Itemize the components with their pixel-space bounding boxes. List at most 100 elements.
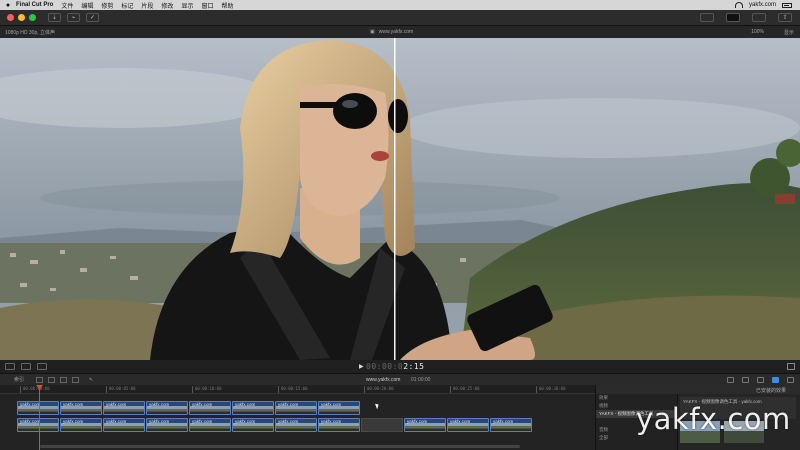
menu-item-view[interactable]: 显示 (181, 1, 193, 10)
timeline-clip[interactable]: yakfx.com (17, 418, 59, 432)
timeline-clip[interactable]: yakfx.com (189, 401, 231, 415)
menu-item-file[interactable]: 文件 (61, 1, 73, 10)
overwrite-clip-icon[interactable] (72, 376, 80, 383)
timeline-clip[interactable]: yakfx.com (103, 401, 145, 415)
timeline-clip[interactable]: yakfx.com (447, 418, 489, 432)
playhead[interactable] (39, 385, 40, 450)
clip-label: yakfx.com (235, 402, 256, 407)
timeline[interactable]: 00:00:00:00 00:00:05:00 00:00:10:00 00:00:1… (0, 385, 595, 450)
film-icon: ▣ (370, 29, 375, 35)
ruler-tick: 00:00:30:00 (536, 386, 566, 393)
effects-category[interactable]: 效果 (596, 394, 677, 402)
menu-item-trim[interactable]: 修剪 (101, 1, 113, 10)
viewer-canvas[interactable] (0, 38, 800, 360)
timeline-clip[interactable]: yakfx.com (404, 418, 446, 432)
insert-clip-icon[interactable] (48, 376, 56, 383)
clip-label: yakfx.com (235, 419, 256, 424)
show-browser-icon[interactable] (700, 13, 714, 22)
clip-label: yakfx.com (192, 419, 213, 424)
menu-item-modify[interactable]: 修改 (161, 1, 173, 10)
keywords-icon[interactable]: ⌁ (67, 13, 80, 22)
clip-filmstrip (147, 423, 187, 431)
menu-item-help[interactable]: 帮助 (221, 1, 233, 10)
gap-clip[interactable] (361, 418, 403, 432)
timeline-clip[interactable]: yakfx.com (17, 401, 59, 415)
clip-filmstrip (61, 406, 101, 414)
apple-menu-icon[interactable]: ● (0, 2, 16, 9)
viewer-frame-image (0, 38, 800, 360)
playback-speed-icon[interactable] (37, 363, 47, 370)
fullscreen-icon[interactable] (787, 363, 795, 370)
background-tasks-icon[interactable]: ✓ (86, 13, 99, 22)
clip-label: yakfx.com (321, 402, 342, 407)
timecode-prefix: 00:00:0 (366, 362, 404, 371)
timeline-clip[interactable]: yakfx.com (232, 401, 274, 415)
clip-label: yakfx.com (149, 402, 170, 407)
viewer-controls: ▶ 00:00:02:15 (0, 360, 800, 373)
timecode-display[interactable]: 00:00:02:15 (366, 362, 424, 371)
clip-label: yakfx.com (63, 419, 84, 424)
solo-icon[interactable] (757, 376, 764, 383)
zoom-window-button[interactable] (29, 14, 36, 21)
show-timeline-icon[interactable] (726, 13, 740, 22)
timeline-clip[interactable]: yakfx.com (318, 401, 360, 415)
viewer-info-bar: 1080p HD 30p, 立体声 ▣ www.yakfx.com 100% 显… (0, 26, 800, 38)
clip-label: yakfx.com (407, 419, 428, 424)
watermark: yakfx.com (636, 402, 791, 436)
clip-filmstrip (405, 423, 445, 431)
snapping-icon[interactable] (772, 376, 779, 383)
clip-filmstrip (104, 423, 144, 431)
clip-label: yakfx.com (321, 419, 342, 424)
timeline-scrollbar[interactable] (40, 445, 520, 448)
timeline-clip[interactable]: yakfx.com (60, 418, 102, 432)
show-inspector-icon[interactable] (752, 13, 766, 22)
timeline-clip[interactable]: yakfx.com (146, 418, 188, 432)
import-media-icon[interactable]: ⇣ (48, 13, 61, 22)
menu-item-window[interactable]: 窗口 (201, 1, 213, 10)
timeline-clip[interactable]: yakfx.com (189, 418, 231, 432)
enhancements-icon[interactable] (21, 363, 31, 370)
timeline-clip[interactable]: yakfx.com (275, 401, 317, 415)
transform-tools-icon[interactable] (5, 363, 15, 370)
effects-browser-header[interactable]: 已安装的效果 (596, 385, 800, 394)
minimize-window-button[interactable] (18, 14, 25, 21)
timeline-clip[interactable]: yakfx.com (318, 418, 360, 432)
menu-item-mark[interactable]: 标记 (121, 1, 133, 10)
clip-label: yakfx.com (493, 419, 514, 424)
audio-skimming-icon[interactable] (742, 376, 749, 383)
clip-label: yakfx.com (278, 419, 299, 424)
timeline-clip[interactable]: yakfx.com (60, 401, 102, 415)
clip-label: yakfx.com (20, 402, 41, 407)
clip-appearance-icon[interactable] (787, 376, 794, 383)
play-button[interactable]: ▶ (359, 363, 364, 370)
skimming-icon[interactable] (727, 376, 734, 383)
timeline-clip[interactable]: yakfx.com (232, 418, 274, 432)
clip-label: yakfx.com (63, 402, 84, 407)
timeline-clip[interactable]: yakfx.com (103, 418, 145, 432)
share-icon[interactable]: ⇧ (778, 13, 792, 22)
menu-bar: ● Final Cut Pro 文件 编辑 修剪 标记 片段 修改 显示 窗口 … (0, 0, 800, 10)
viewer-clip-name: ▣ www.yakfx.com (370, 29, 413, 35)
timeline-clip[interactable]: yakfx.com (275, 418, 317, 432)
menu-item-edit[interactable]: 编辑 (81, 1, 93, 10)
clip-filmstrip (276, 406, 316, 414)
project-duration: 01:00:00 (411, 376, 431, 383)
viewer-zoom-menu[interactable]: 100% (751, 29, 764, 35)
close-window-button[interactable] (7, 14, 14, 21)
battery-icon[interactable] (782, 2, 792, 8)
timeline-ruler[interactable]: 00:00:00:00 00:00:05:00 00:00:10:00 00:00:1… (0, 385, 595, 394)
wifi-icon[interactable] (734, 2, 743, 8)
timeline-clip[interactable]: yakfx.com (146, 401, 188, 415)
menu-item-clip[interactable]: 片段 (141, 1, 153, 10)
append-clip-icon[interactable] (60, 376, 68, 383)
timeline-index-button[interactable]: 索引 (0, 376, 24, 383)
viewer-view-menu[interactable]: 显示 (784, 29, 794, 36)
clip-label: yakfx.com (149, 419, 170, 424)
app-menu[interactable]: Final Cut Pro (16, 2, 53, 8)
ruler-tick: 00:00:20:00 (364, 386, 394, 393)
timeline-clip[interactable]: yakfx.com (490, 418, 532, 432)
clip-filmstrip (18, 406, 58, 414)
connect-clip-icon[interactable] (36, 376, 44, 383)
viewer-clip-label: www.yakfx.com (378, 29, 414, 35)
select-tool-icon[interactable]: ↖ (89, 377, 96, 383)
